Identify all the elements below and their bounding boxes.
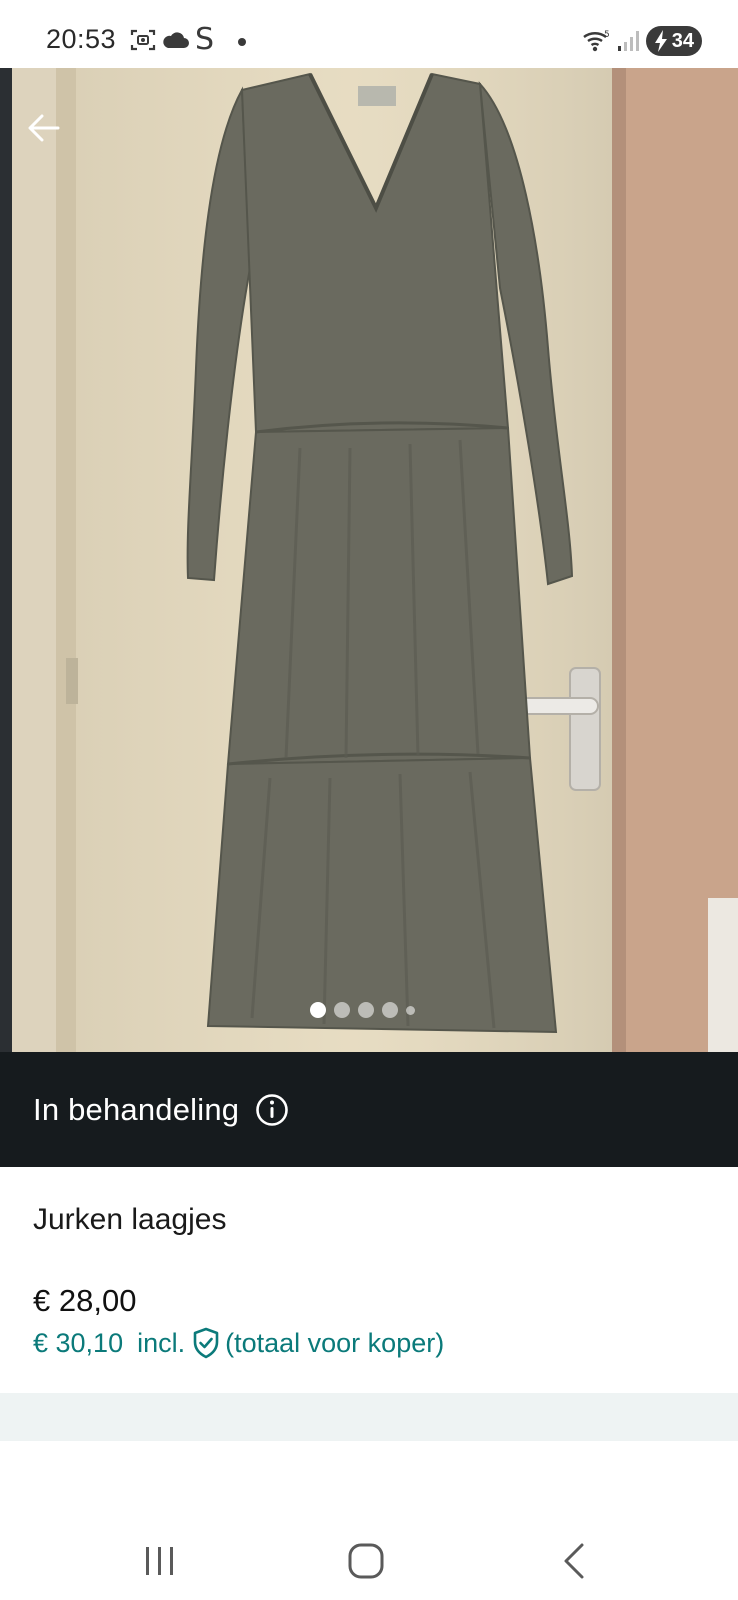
shield-check-icon: [193, 1327, 219, 1359]
home-button[interactable]: [336, 1531, 396, 1591]
product-photo-carousel[interactable]: [0, 68, 738, 1052]
battery-charging-icon: [655, 30, 667, 52]
arrow-left-icon: [28, 114, 60, 142]
status-banner: In behandeling: [0, 1052, 738, 1167]
status-bar: 20:53 S 5 34: [0, 0, 738, 68]
nav-back-button[interactable]: [544, 1531, 604, 1591]
item-details: Jurken laagjes € 28,00 € 30,10 incl. (to…: [0, 1167, 738, 1393]
screenshot-icon: [130, 29, 156, 51]
system-navigation-bar: [0, 1441, 738, 1600]
recents-button[interactable]: [130, 1531, 190, 1591]
status-time: 20:53: [46, 24, 117, 54]
carrier-s-icon: S: [195, 22, 215, 57]
carousel-dot-5[interactable]: [406, 1005, 415, 1015]
status-banner-text: In behandeling: [33, 1091, 240, 1127]
battery-level: 34: [671, 29, 694, 52]
carousel-dot-3[interactable]: [358, 1002, 374, 1018]
battery-indicator: 34: [646, 26, 702, 56]
back-button[interactable]: [20, 104, 68, 152]
signal-icon: [618, 31, 639, 51]
info-icon[interactable]: [255, 1093, 289, 1127]
carousel-dot-2[interactable]: [334, 1002, 350, 1018]
recents-icon: [146, 1547, 173, 1575]
section-divider: [0, 1393, 738, 1441]
item-title: Jurken laagjes: [33, 1203, 227, 1236]
cloud-icon: [163, 32, 189, 48]
carousel-dot-1[interactable]: [310, 1002, 326, 1018]
carousel-dot-4[interactable]: [382, 1002, 398, 1018]
carousel-indicator: [310, 1002, 415, 1018]
buyer-total-price[interactable]: € 30,10 incl. (totaal voor koper): [33, 1327, 444, 1359]
svg-text:5: 5: [604, 30, 610, 40]
product-photo[interactable]: [0, 68, 738, 1052]
item-price: € 28,00: [33, 1283, 137, 1318]
wifi-icon: 5: [583, 30, 610, 52]
home-icon: [348, 1543, 384, 1579]
incl-label: incl.: [137, 1327, 186, 1358]
buyer-total-amount: € 30,10: [33, 1327, 124, 1358]
nav-back-icon: [564, 1543, 584, 1579]
buyer-note: (totaal voor koper): [225, 1327, 445, 1358]
notification-dot-icon: [238, 38, 246, 46]
